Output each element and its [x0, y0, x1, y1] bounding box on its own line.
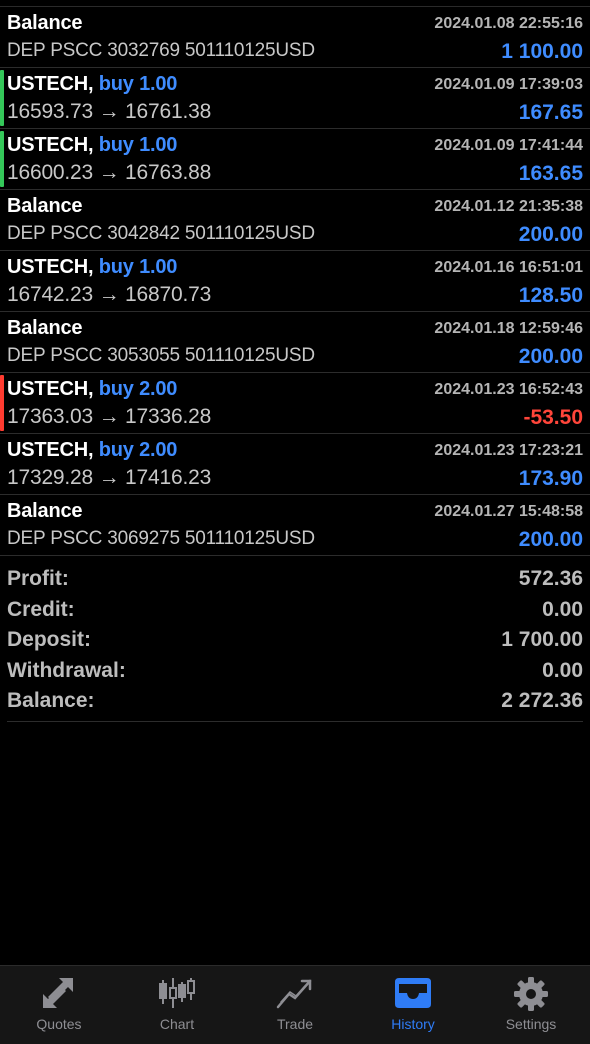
row-date: 2024.01.12 21:35:38 [434, 198, 583, 215]
history-row[interactable]: Balance DEP PSCC 3053055 501110125USD 20… [0, 312, 590, 373]
summary-label: Withdrawal: [7, 658, 126, 682]
history-row[interactable]: USTECH, buy 2.00 17329.28 → 17416.23 202… [0, 434, 590, 495]
row-side: buy 2.00 [98, 439, 178, 461]
row-prices: 16593.73 → 16761.38 [7, 100, 212, 123]
row-prices: 16600.23 → 16763.88 [7, 161, 212, 184]
row-strip [0, 497, 4, 553]
history-row[interactable]: Balance DEP PSCC 3042842 501110125USD 20… [0, 190, 590, 251]
tab-quotes[interactable]: Quotes [0, 966, 118, 1044]
history-row[interactable]: Balance DEP PSCC 3032769 501110125USD 20… [0, 7, 590, 68]
summary-withdrawal: Withdrawal: 0.00 [0, 657, 590, 688]
row-symbol: USTECH, [7, 378, 94, 400]
row-date: 2024.01.23 16:52:43 [434, 381, 583, 398]
row-title: Balance [7, 12, 83, 34]
row-symbol: USTECH, [7, 134, 94, 156]
row-amount: 173.90 [518, 467, 583, 490]
row-title: Balance [7, 500, 83, 522]
row-amount: -53.50 [523, 406, 583, 429]
row-strip [0, 131, 4, 187]
summary-divider [7, 720, 583, 722]
row-detail: DEP PSCC 3053055 501110125USD [7, 345, 315, 366]
row-title: Balance [7, 195, 83, 217]
summary-value: 1 700.00 [501, 628, 583, 651]
settings-icon [514, 977, 548, 1011]
trade-icon [276, 979, 312, 1009]
summary-profit: Profit: 572.36 [0, 565, 590, 596]
row-date: 2024.01.23 17:23:21 [434, 442, 583, 459]
row-amount: 167.65 [518, 101, 583, 124]
tab-history[interactable]: History [354, 966, 472, 1044]
row-prices: 17329.28 → 17416.23 [7, 466, 212, 489]
row-date: 2024.01.08 22:55:16 [434, 15, 583, 32]
row-date: 2024.01.09 17:41:44 [434, 137, 583, 154]
summary-credit: Credit: 0.00 [0, 596, 590, 627]
tab-settings[interactable]: Settings [472, 966, 590, 1044]
summary-label: Profit: [7, 567, 69, 590]
row-amount: 200.00 [518, 223, 583, 246]
history-row[interactable]: USTECH, buy 2.00 17363.03 → 17336.28 202… [0, 373, 590, 434]
tab-label: Settings [505, 1016, 557, 1032]
row-detail: DEP PSCC 3032769 501110125USD [7, 40, 315, 61]
row-amount: 200.00 [518, 528, 583, 551]
row-side: buy 1.00 [98, 73, 178, 95]
row-title: Balance [7, 317, 83, 339]
history-row[interactable]: USTECH, buy 1.00 16600.23 → 16763.88 202… [0, 129, 590, 190]
tab-trade[interactable]: Trade [236, 966, 354, 1044]
history-icon [395, 978, 431, 1008]
summary-label: Balance: [7, 689, 95, 712]
summary-label: Credit: [7, 597, 75, 621]
row-strip [0, 436, 4, 492]
row-detail: DEP PSCC 3069275 501110125USD [7, 528, 315, 549]
row-symbol: USTECH, [7, 73, 94, 95]
summary-value: 0.00 [542, 597, 583, 621]
row-symbol: USTECH, [7, 256, 94, 278]
history-row[interactable]: USTECH, buy 1.00 16593.73 → 16761.38 202… [0, 68, 590, 129]
row-strip [0, 375, 4, 431]
row-side: buy 2.00 [98, 378, 178, 400]
row-date: 2024.01.09 17:39:03 [434, 76, 583, 93]
row-date: 2024.01.27 15:48:58 [434, 503, 583, 520]
tab-label: History [391, 1016, 435, 1032]
row-strip [0, 70, 4, 126]
row-side: buy 1.00 [98, 256, 178, 278]
top-edge [0, 0, 590, 7]
summary: Profit: 572.36 Credit: 0.00 Deposit: 1 7… [0, 556, 590, 722]
row-side: buy 1.00 [98, 134, 178, 156]
tab-chart[interactable]: Chart [118, 966, 236, 1044]
history-row[interactable]: USTECH, buy 1.00 16742.23 → 16870.73 202… [0, 251, 590, 312]
summary-label: Deposit: [7, 628, 91, 651]
row-amount: 128.50 [518, 284, 583, 307]
summary-value: 0.00 [542, 658, 583, 682]
row-date: 2024.01.18 12:59:46 [434, 320, 583, 337]
history-row[interactable]: Balance DEP PSCC 3069275 501110125USD 20… [0, 495, 590, 556]
tab-label: Trade [276, 1016, 314, 1032]
row-prices: 17363.03 → 17336.28 [7, 405, 212, 428]
summary-deposit: Deposit: 1 700.00 [0, 626, 590, 657]
history-list: Balance DEP PSCC 3032769 501110125USD 20… [0, 7, 590, 556]
tab-label: Chart [159, 1016, 195, 1032]
row-strip [0, 9, 4, 65]
chart-icon [159, 978, 195, 1008]
quotes-icon [43, 978, 73, 1008]
summary-balance: Balance: 2 272.36 [0, 687, 590, 718]
row-amount: 200.00 [518, 345, 583, 368]
row-amount: 1 100.00 [501, 40, 583, 63]
row-strip [0, 314, 4, 370]
summary-value: 572.36 [518, 567, 583, 590]
tab-bar: Quotes Chart Trade History Settings [0, 965, 590, 1044]
row-detail: DEP PSCC 3042842 501110125USD [7, 223, 315, 244]
row-date: 2024.01.16 16:51:01 [434, 259, 583, 276]
summary-value: 2 272.36 [501, 689, 583, 712]
row-amount: 163.65 [518, 162, 583, 185]
row-prices: 16742.23 → 16870.73 [7, 283, 212, 306]
tab-label: Quotes [36, 1016, 82, 1032]
row-strip [0, 192, 4, 248]
row-strip [0, 253, 4, 309]
row-symbol: USTECH, [7, 439, 94, 461]
